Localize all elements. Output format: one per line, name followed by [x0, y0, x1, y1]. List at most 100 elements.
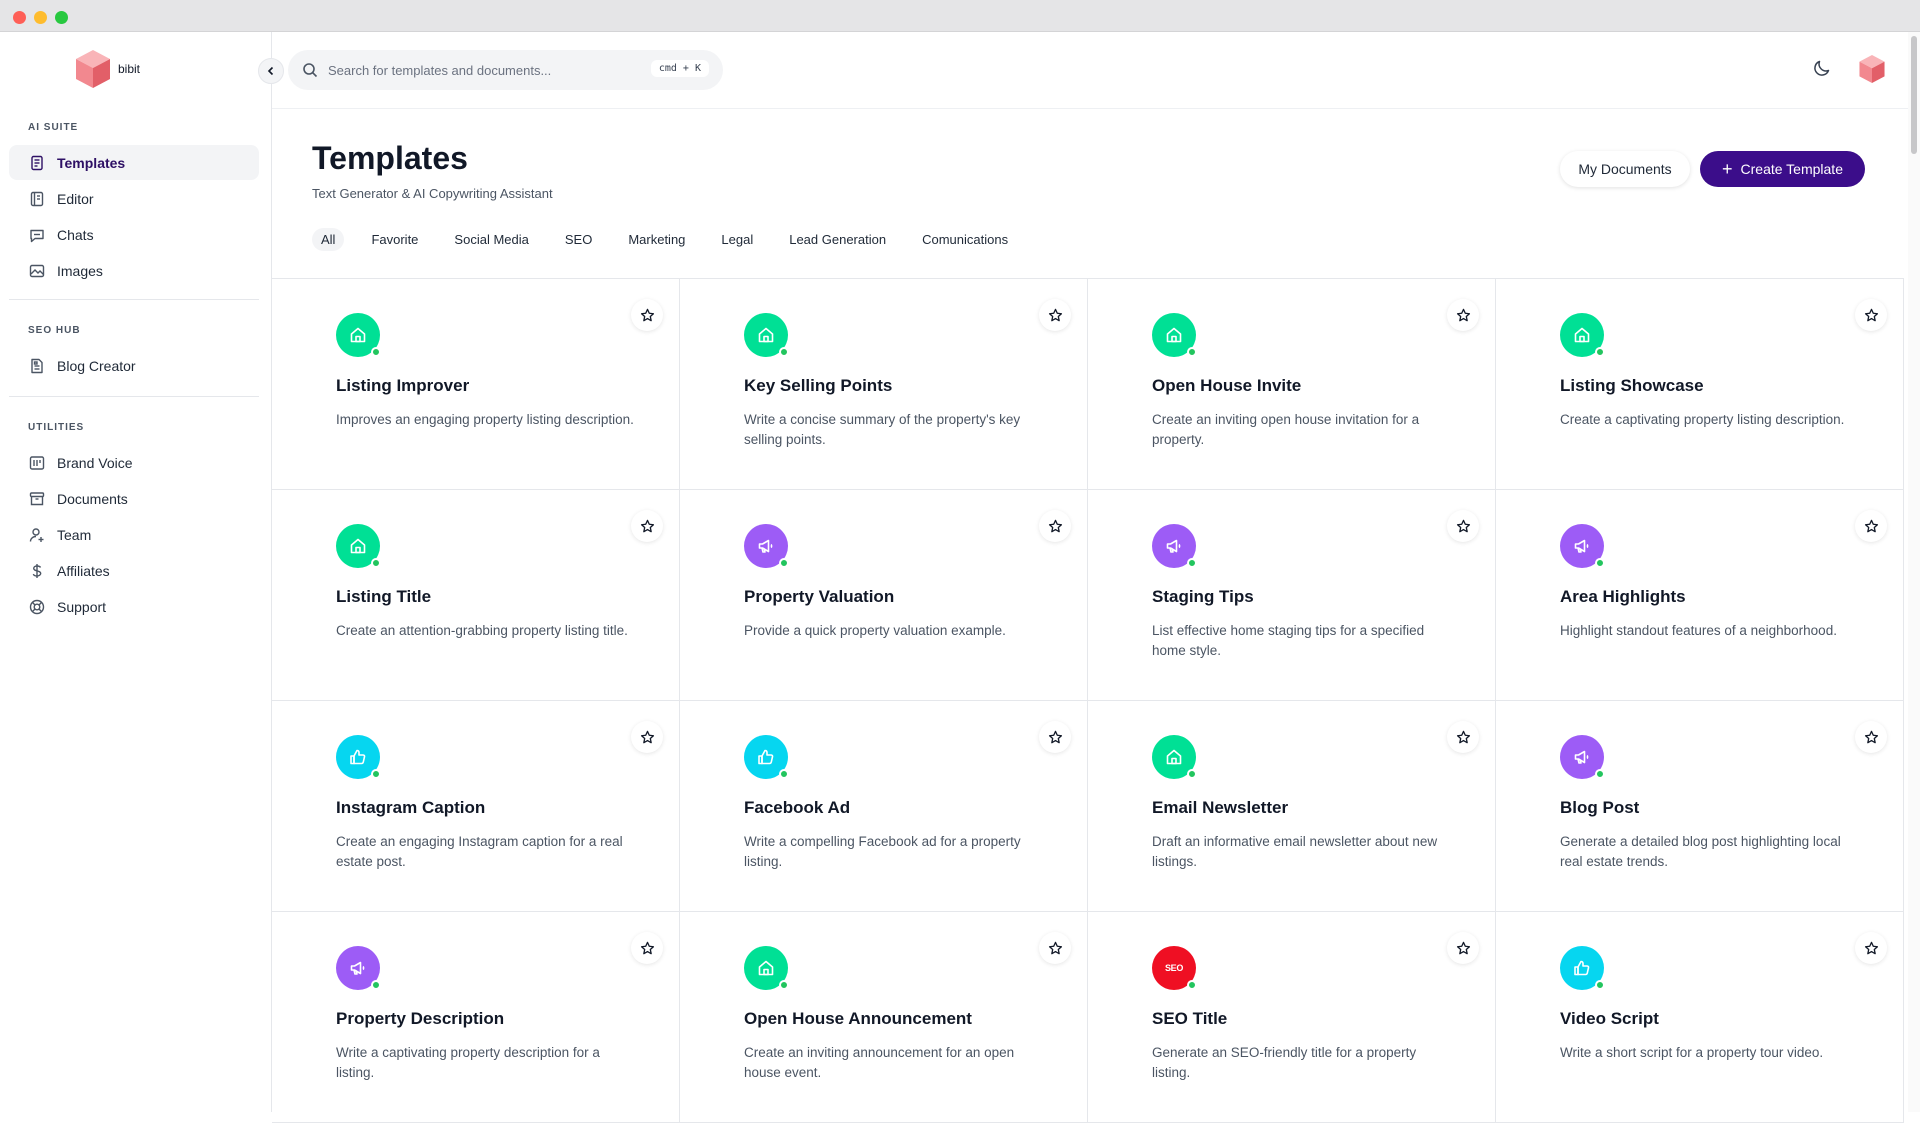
favorite-star-button[interactable] [1039, 932, 1071, 964]
template-card-key-selling-points[interactable]: Key Selling Points Write a concise summar… [680, 279, 1088, 490]
favorite-star-button[interactable] [1447, 510, 1479, 542]
template-card-instagram-caption[interactable]: Instagram Caption Create an engaging Inst… [272, 701, 680, 912]
template-description: Write a concise summary of the property'… [744, 412, 1021, 447]
filter-lead-generation[interactable]: Lead Generation [780, 228, 895, 251]
page-scrollbar[interactable] [1908, 32, 1920, 1112]
collapse-sidebar-button[interactable] [258, 58, 284, 84]
favorite-star-button[interactable] [631, 721, 663, 753]
sidebar-item-brand-voice[interactable]: Brand Voice [9, 445, 259, 480]
star-icon [1048, 730, 1062, 743]
favorite-star-button[interactable] [1855, 299, 1887, 331]
sidebar-item-blog-creator[interactable]: Blog Creator [9, 348, 259, 383]
template-card-email-newsletter[interactable]: Email Newsletter Draft an informative ema… [1088, 701, 1496, 912]
sidebar-item-label: Chats [57, 226, 94, 243]
template-card-staging-tips[interactable]: Staging Tips List effective home staging … [1088, 490, 1496, 701]
sidebar-item-label: Images [57, 262, 103, 279]
favorite-star-button[interactable] [631, 299, 663, 331]
favorite-star-button[interactable] [1855, 932, 1887, 964]
template-card-area-highlights[interactable]: Area Highlights Highlight standout featur… [1496, 490, 1904, 701]
sidebar-item-support[interactable]: Support [9, 589, 259, 624]
star-icon [1864, 519, 1878, 532]
minimize-window-button[interactable] [34, 11, 47, 24]
search-input[interactable] [328, 62, 648, 78]
sidebar-item-documents[interactable]: Documents [9, 481, 259, 516]
filter-legal[interactable]: Legal [712, 228, 762, 251]
sidebar-item-images[interactable]: Images [9, 253, 259, 288]
template-card-listing-showcase[interactable]: Listing Showcase Create a captivating pro… [1496, 279, 1904, 490]
sidebar-item-team[interactable]: Team [9, 517, 259, 552]
filter-all[interactable]: All [312, 228, 345, 251]
favorite-star-button[interactable] [1447, 721, 1479, 753]
logo[interactable]: bibit [74, 49, 140, 89]
template-title: Staging Tips [1152, 587, 1254, 606]
sidebar-item-editor[interactable]: Editor [9, 181, 259, 216]
filter-social-media[interactable]: Social Media [445, 228, 537, 251]
template-title: Blog Post [1560, 798, 1640, 817]
dark-mode-toggle-icon[interactable] [1812, 58, 1832, 78]
template-card-seo-title[interactable]: SEO SEO Title Generate an SEO-friendly tit… [1088, 912, 1496, 1123]
home-icon [336, 524, 381, 568]
thumbs-up-icon [336, 735, 381, 779]
megaphone-icon [1560, 735, 1605, 779]
template-description: Create an attention-grabbing property li… [336, 623, 628, 638]
section-title-seo-hub: SEO HUB [28, 325, 81, 336]
favorite-star-button[interactable] [1855, 510, 1887, 542]
template-card-open-house-announcement[interactable]: Open House Announcement Create an invitin… [680, 912, 1088, 1123]
search-bar[interactable]: cmd + K [288, 50, 723, 90]
favorite-star-button[interactable] [631, 510, 663, 542]
my-documents-button[interactable]: My Documents [1560, 151, 1690, 187]
favorite-star-button[interactable] [631, 932, 663, 964]
status-dot [371, 980, 381, 990]
filter-favorite[interactable]: Favorite [362, 228, 427, 251]
template-description: Create a captivating property listing de… [1560, 412, 1845, 427]
template-card-open-house-invite[interactable]: Open House Invite Create an inviting open… [1088, 279, 1496, 490]
avatar[interactable] [1858, 54, 1886, 84]
create-template-button[interactable]: + Create Template [1700, 151, 1865, 187]
dollar-icon [32, 563, 42, 578]
star-icon [640, 308, 654, 321]
template-title: Open House Invite [1152, 376, 1302, 395]
sidebar-divider [9, 396, 259, 397]
sidebar-item-label: Affiliates [57, 562, 110, 579]
status-dot [1187, 558, 1197, 568]
star-icon [1864, 941, 1878, 954]
star-icon [1456, 308, 1470, 321]
page-title: Templates [312, 140, 468, 176]
maximize-window-button[interactable] [55, 11, 68, 24]
sidebar-item-templates[interactable]: Templates [9, 145, 259, 180]
scrollbar-thumb[interactable] [1911, 36, 1917, 154]
template-card-facebook-ad[interactable]: Facebook Ad Write a compelling Facebook a… [680, 701, 1088, 912]
favorite-star-button[interactable] [1039, 721, 1071, 753]
template-card-listing-title[interactable]: Listing Title Create an attention-grabbin… [272, 490, 680, 701]
favorite-star-button[interactable] [1447, 299, 1479, 331]
template-card-property-description[interactable]: Property Description Write a captivating … [272, 912, 680, 1123]
sidebar-item-affiliates[interactable]: Affiliates [9, 553, 259, 588]
template-description: Create an inviting announcement for an o… [744, 1045, 1015, 1080]
template-card-video-script[interactable]: Video Script Write a short script for a p… [1496, 912, 1904, 1123]
favorite-star-button[interactable] [1039, 510, 1071, 542]
favorite-star-button[interactable] [1447, 932, 1479, 964]
editor-icon [30, 191, 44, 206]
close-window-button[interactable] [13, 11, 26, 24]
image-icon [29, 264, 45, 277]
user-icon [29, 527, 44, 542]
template-card-blog-post[interactable]: Blog Post Generate a detailed blog post h… [1496, 701, 1904, 912]
status-dot [371, 347, 381, 357]
filter-seo[interactable]: SEO [556, 228, 601, 251]
window-titlebar [0, 0, 1920, 32]
template-card-property-valuation[interactable]: Property Valuation Provide a quick proper… [680, 490, 1088, 701]
sidebar-item-chats[interactable]: Chats [9, 217, 259, 252]
template-description: Write a short script for a property tour… [1560, 1045, 1824, 1060]
template-description: Highlight standout features of a neighbo… [1560, 623, 1837, 638]
status-dot [1187, 769, 1197, 779]
filter-marketing[interactable]: Marketing [619, 228, 694, 251]
filter-comunications[interactable]: Comunications [913, 228, 1017, 251]
favorite-star-button[interactable] [1039, 299, 1071, 331]
template-title: Open House Announcement [744, 1009, 972, 1028]
template-card-listing-improver[interactable]: Listing Improver Improves an engaging pro… [272, 279, 680, 490]
template-title: Key Selling Points [744, 376, 893, 395]
star-icon [1456, 941, 1470, 954]
template-description: Write a compelling Facebook ad for a pro… [744, 834, 1021, 869]
star-icon [1864, 308, 1878, 321]
favorite-star-button[interactable] [1855, 721, 1887, 753]
